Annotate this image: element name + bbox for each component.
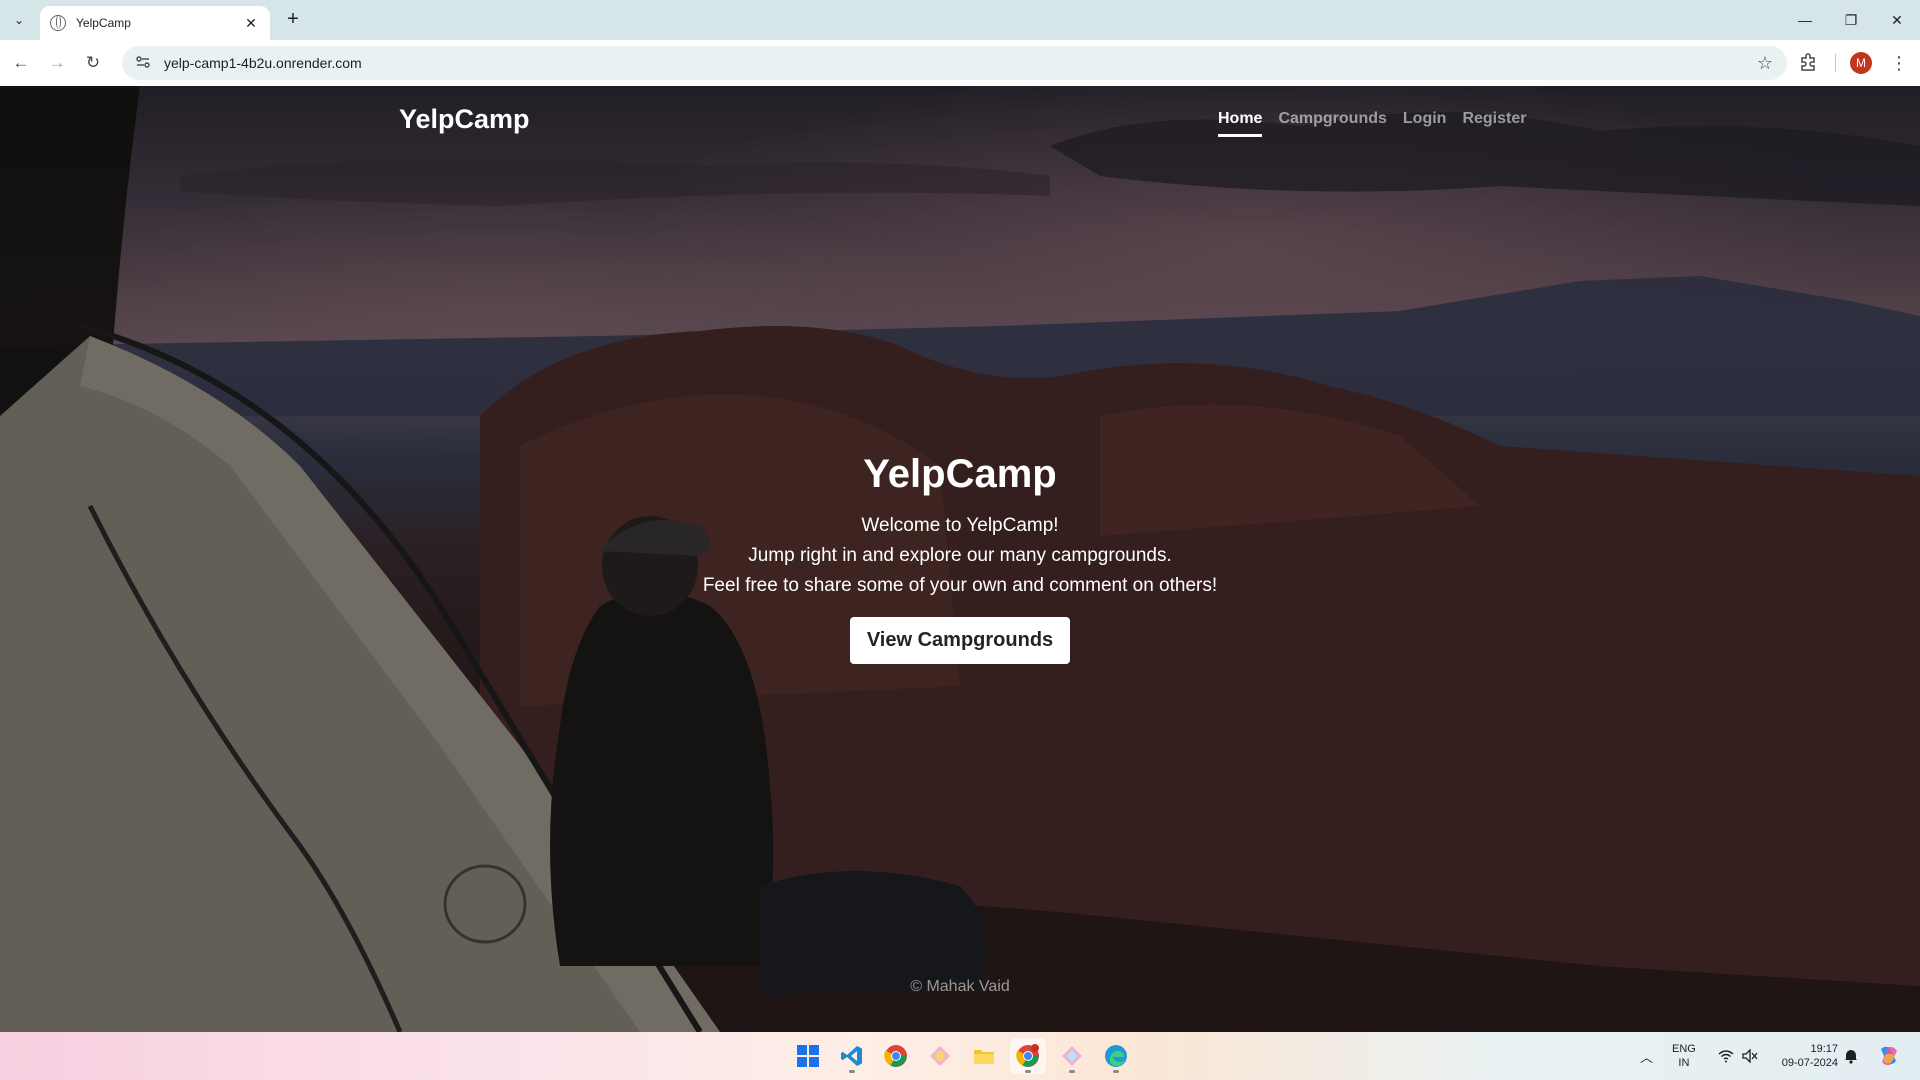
forward-arrow-icon[interactable]: → bbox=[46, 52, 68, 74]
extensions-puzzle-icon[interactable] bbox=[1798, 52, 1818, 72]
hero-share-text: Feel free to share some of your own and … bbox=[702, 575, 1218, 596]
toolbar-divider bbox=[1835, 54, 1836, 72]
more-menu-icon[interactable]: ⋮ bbox=[1890, 50, 1908, 76]
wifi-icon[interactable] bbox=[1718, 1032, 1734, 1080]
browser-tab[interactable]: YelpCamp ✕ bbox=[40, 6, 270, 40]
show-hidden-icons[interactable]: ︿ bbox=[1640, 1032, 1653, 1080]
windows-start-icon[interactable] bbox=[790, 1038, 826, 1074]
file-explorer-icon[interactable] bbox=[966, 1038, 1002, 1074]
site-navbar: YelpCamp Home Campgrounds Login Register bbox=[0, 86, 1920, 156]
copilot-icon[interactable] bbox=[1876, 1032, 1902, 1080]
running-indicator bbox=[1069, 1070, 1075, 1073]
gitkraken-icon[interactable] bbox=[922, 1038, 958, 1074]
browser-tab-strip: ⌄ YelpCamp ✕ + — ❐ ✕ bbox=[0, 0, 1920, 40]
url-text: yelp-camp1-4b2u.onrender.com bbox=[164, 55, 362, 71]
edge-icon[interactable] bbox=[1098, 1038, 1134, 1074]
notification-bell-icon[interactable] bbox=[1844, 1032, 1858, 1080]
chrome-profile-icon[interactable] bbox=[1010, 1038, 1046, 1074]
browser-toolbar: ← → ↻ yelp-camp1-4b2u.onrender.com ☆ bbox=[0, 40, 1920, 86]
system-clock[interactable]: 19:17 09-07-2024 bbox=[1772, 1042, 1838, 1070]
restore-icon[interactable]: ❐ bbox=[1828, 0, 1874, 40]
vscode-icon[interactable] bbox=[834, 1038, 870, 1074]
nav-link-home[interactable]: Home bbox=[1218, 110, 1263, 137]
bookmark-star-icon[interactable]: ☆ bbox=[1757, 53, 1773, 74]
close-window-icon[interactable]: ✕ bbox=[1874, 0, 1920, 40]
gitkraken-2-icon[interactable] bbox=[1054, 1038, 1090, 1074]
language-code: ENG bbox=[1672, 1043, 1696, 1055]
new-tab-button[interactable]: + bbox=[282, 8, 304, 30]
hero-title: YelpCamp bbox=[863, 452, 1057, 496]
nav-link-register[interactable]: Register bbox=[1462, 110, 1526, 137]
footer-copyright: © Mahak Vaid bbox=[910, 978, 1010, 995]
clock-time: 19:17 bbox=[1810, 1043, 1838, 1055]
clock-date: 09-07-2024 bbox=[1781, 1057, 1838, 1069]
site-brand[interactable]: YelpCamp bbox=[399, 104, 530, 135]
hero-explore-text: Jump right in and explore our many campg… bbox=[748, 545, 1172, 566]
windows-taskbar: ︿ ENG IN 19:17 09-07-2024 bbox=[0, 1032, 1920, 1080]
running-indicator bbox=[1025, 1070, 1031, 1073]
nav-links: Home Campgrounds Login Register bbox=[1218, 110, 1526, 137]
page-viewport: YelpCamp Home Campgrounds Login Register… bbox=[0, 86, 1920, 1032]
site-info-icon[interactable] bbox=[136, 56, 152, 70]
minimize-icon[interactable]: — bbox=[1782, 0, 1828, 40]
chrome-icon[interactable] bbox=[878, 1038, 914, 1074]
back-arrow-icon[interactable]: ← bbox=[10, 52, 32, 74]
profile-avatar[interactable]: M bbox=[1850, 52, 1872, 74]
address-bar[interactable]: yelp-camp1-4b2u.onrender.com ☆ bbox=[122, 46, 1787, 80]
close-tab-icon[interactable]: ✕ bbox=[242, 15, 260, 32]
hero-section: YelpCamp Welcome to YelpCamp! Jump right… bbox=[0, 452, 1920, 664]
chevron-up-icon[interactable]: ︿ bbox=[1640, 1047, 1653, 1066]
running-indicator bbox=[849, 1070, 855, 1073]
hero-welcome-text: Welcome to YelpCamp! bbox=[861, 515, 1059, 536]
window-controls: — ❐ ✕ bbox=[1782, 0, 1920, 40]
tab-search-icon[interactable]: ⌄ bbox=[8, 9, 30, 31]
nav-link-login[interactable]: Login bbox=[1403, 110, 1447, 137]
globe-icon bbox=[50, 15, 66, 31]
taskbar-apps bbox=[790, 1038, 1134, 1074]
view-campgrounds-button[interactable]: View Campgrounds bbox=[849, 617, 1071, 664]
region-code: IN bbox=[1678, 1057, 1690, 1069]
nav-link-campgrounds[interactable]: Campgrounds bbox=[1278, 110, 1386, 137]
volume-muted-icon[interactable] bbox=[1742, 1032, 1758, 1080]
running-indicator bbox=[1113, 1070, 1119, 1073]
tab-title: YelpCamp bbox=[76, 16, 131, 30]
language-indicator[interactable]: ENG IN bbox=[1672, 1042, 1696, 1070]
reload-icon[interactable]: ↻ bbox=[82, 52, 104, 74]
